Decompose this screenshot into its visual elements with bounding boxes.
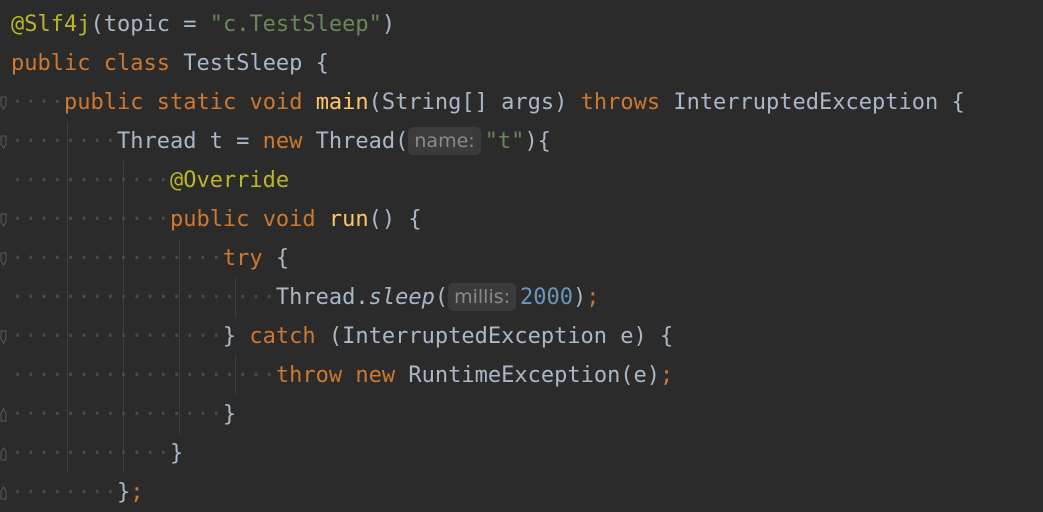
parameter-hint: millis: — [448, 283, 517, 311]
code-text: () { — [368, 207, 422, 232]
code-line[interactable]: ················} — [11, 395, 236, 434]
code-text: } — [222, 324, 250, 349]
code-text: Thread( — [302, 129, 409, 154]
semicolon: ; — [660, 363, 674, 388]
semicolon: ; — [130, 480, 144, 505]
class-name: TestSleep { — [183, 51, 329, 76]
code-text: Thread. — [275, 285, 369, 310]
keyword: class — [103, 51, 170, 76]
code-text: (topic = — [90, 12, 210, 37]
fold-marker-icon[interactable] — [0, 213, 8, 227]
keyword: public — [11, 51, 91, 76]
keyword: try — [222, 246, 263, 271]
keyword: catch — [249, 324, 316, 349]
code-text: } — [116, 480, 131, 505]
string-literal: "t" — [484, 129, 525, 154]
keyword: static — [156, 90, 237, 115]
code-line[interactable]: ····················throw new RuntimeExc… — [11, 356, 673, 395]
annotation: @Override — [169, 168, 290, 193]
keyword: public — [169, 207, 250, 232]
keyword: throw — [275, 363, 343, 388]
fold-marker-icon[interactable] — [0, 408, 8, 422]
number-literal: 2000 — [520, 285, 574, 310]
code-text: ){ — [524, 129, 551, 154]
code-line[interactable]: public class TestSleep { — [11, 44, 329, 83]
code-line[interactable]: @Slf4j(topic = "c.TestSleep") — [11, 5, 395, 44]
fold-marker-icon[interactable] — [0, 135, 8, 149]
keyword: void — [262, 207, 316, 232]
code-text: ) — [573, 285, 587, 310]
annotation: @Slf4j — [11, 12, 91, 37]
method-name: sleep — [368, 285, 435, 310]
code-text: } — [222, 402, 237, 427]
keyword: new — [262, 129, 303, 154]
code-line[interactable]: ················try { — [11, 239, 289, 278]
code-text: (String[] args) — [368, 90, 581, 115]
fold-marker-icon[interactable] — [0, 252, 8, 266]
fold-marker-icon[interactable] — [0, 330, 8, 344]
code-line[interactable]: ····public static void main(String[] arg… — [11, 83, 965, 122]
method-name: run — [328, 207, 369, 232]
code-text: (InterruptedException e) { — [315, 324, 674, 349]
method-name: main — [315, 90, 369, 115]
code-line[interactable]: ················} catch (InterruptedExce… — [11, 317, 673, 356]
keyword: new — [355, 363, 396, 388]
code-text: RuntimeException(e) — [395, 363, 661, 388]
string-literal: "c.TestSleep" — [209, 12, 382, 37]
keyword: public — [63, 90, 144, 115]
parameter-hint: name: — [408, 127, 481, 155]
code-line[interactable]: ············@Override — [11, 161, 289, 200]
code-line[interactable]: ········Thread t = new Thread(name: "t"){ — [11, 122, 551, 161]
semicolon: ; — [586, 285, 600, 310]
code-line[interactable]: ············} — [11, 434, 183, 473]
keyword: throws — [580, 90, 661, 115]
code-editor[interactable]: @Slf4j(topic = "c.TestSleep") public cla… — [0, 0, 1043, 510]
fold-marker-icon[interactable] — [0, 447, 8, 461]
code-text: ( — [434, 285, 449, 310]
code-text: } — [169, 441, 184, 466]
fold-marker-icon[interactable] — [0, 486, 8, 500]
code-line[interactable]: ····················Thread.sleep(millis:… — [11, 278, 600, 317]
fold-marker-icon[interactable] — [0, 96, 8, 110]
code-line[interactable]: ············public void run() { — [11, 200, 422, 239]
code-text: InterruptedException { — [660, 90, 965, 115]
code-text: { — [262, 246, 290, 271]
code-text: Thread t = — [116, 129, 263, 154]
code-line[interactable]: ········}; — [11, 473, 143, 512]
code-text: ) — [381, 12, 396, 37]
keyword: void — [249, 90, 303, 115]
